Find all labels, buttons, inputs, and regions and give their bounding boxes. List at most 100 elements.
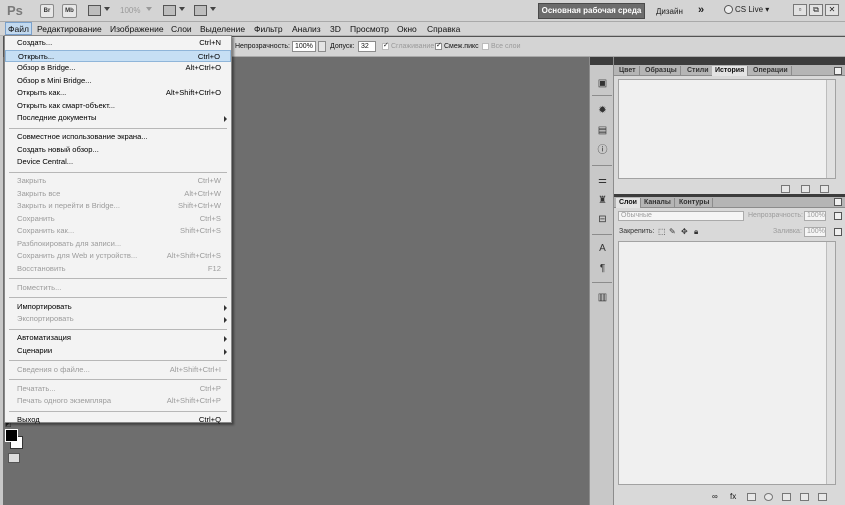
layers-scrollbar[interactable] bbox=[826, 242, 835, 484]
extras-icon[interactable] bbox=[88, 5, 101, 16]
histogram-icon[interactable]: ▤ bbox=[596, 125, 609, 137]
menu-select[interactable]: Выделение bbox=[200, 24, 245, 34]
lock-position-icon[interactable]: ✥ bbox=[681, 227, 688, 236]
new-layer-icon[interactable] bbox=[800, 493, 809, 501]
file-menu-item[interactable]: Совместное использование экрана... bbox=[5, 131, 231, 143]
fill-slider-button[interactable] bbox=[834, 228, 842, 236]
fill-input[interactable]: 100% bbox=[804, 227, 826, 237]
file-menu-item[interactable]: Сценарии bbox=[5, 345, 231, 357]
menu-item-label: Сохранить bbox=[17, 213, 55, 223]
submenu-arrow-icon bbox=[224, 348, 227, 355]
chevron-down-icon[interactable] bbox=[210, 7, 216, 11]
menu-item-label: Сохранить как... bbox=[17, 226, 75, 235]
clone-source-icon[interactable]: ♜ bbox=[596, 195, 609, 207]
mini-bridge-button[interactable]: Mb bbox=[62, 4, 77, 18]
tab-styles[interactable]: Стили bbox=[684, 66, 713, 76]
new-document-from-state-icon[interactable] bbox=[781, 185, 790, 193]
tab-layers[interactable]: Слои bbox=[616, 198, 641, 208]
restore-button[interactable]: ⧉ bbox=[809, 4, 823, 16]
navigator-icon[interactable]: ✹ bbox=[596, 105, 609, 117]
opacity-slider-button[interactable] bbox=[834, 212, 842, 220]
menu-edit[interactable]: Редактирование bbox=[37, 24, 102, 34]
panel-menu-icon[interactable] bbox=[834, 198, 842, 206]
file-menu-item[interactable]: Автоматизация bbox=[5, 332, 231, 344]
tolerance-input[interactable]: 32 bbox=[358, 41, 376, 52]
menu-layers[interactable]: Слои bbox=[171, 24, 192, 34]
adjustment-layer-icon[interactable] bbox=[764, 493, 773, 501]
delete-layer-icon[interactable] bbox=[818, 493, 827, 501]
menu-file[interactable]: Файл bbox=[5, 22, 32, 35]
bridge-button[interactable]: Br bbox=[40, 4, 54, 18]
chevron-down-icon[interactable] bbox=[146, 7, 152, 11]
tab-history[interactable]: История bbox=[712, 66, 749, 76]
file-menu-item[interactable]: Импортировать bbox=[5, 301, 231, 313]
zoom-level[interactable]: 100% bbox=[120, 6, 140, 15]
history-list[interactable] bbox=[618, 79, 836, 179]
opacity-slider-button[interactable] bbox=[318, 41, 326, 52]
lock-transparent-icon[interactable]: ⬚ bbox=[658, 227, 666, 236]
lock-image-icon[interactable]: ✎ bbox=[669, 227, 676, 236]
tab-paths[interactable]: Контуры bbox=[676, 198, 714, 208]
delete-icon[interactable] bbox=[820, 185, 829, 193]
chevron-down-icon[interactable] bbox=[179, 7, 185, 11]
panel-collapse-bar[interactable] bbox=[614, 57, 845, 65]
dock-collapse-bar[interactable] bbox=[590, 57, 614, 65]
file-menu-item[interactable]: Device Central... bbox=[5, 156, 231, 168]
link-layers-icon[interactable]: ∞ bbox=[712, 493, 721, 501]
file-menu-item[interactable]: Создать новый обзор... bbox=[5, 144, 231, 156]
brushes-icon[interactable]: ⚌ bbox=[596, 175, 609, 187]
info-icon[interactable]: ⓘ bbox=[596, 145, 609, 157]
menu-window[interactable]: Окно bbox=[397, 24, 417, 34]
menu-filter[interactable]: Фильтр bbox=[254, 24, 283, 34]
dock-divider bbox=[592, 165, 612, 166]
tab-swatches[interactable]: Образцы bbox=[642, 66, 681, 76]
menu-view[interactable]: Просмотр bbox=[350, 24, 389, 34]
more-workspaces-icon[interactable]: » bbox=[698, 4, 704, 16]
file-menu-item[interactable]: Обзор в Mini Bridge... bbox=[5, 75, 231, 87]
opacity-input[interactable]: 100% bbox=[292, 41, 316, 52]
file-menu-item[interactable]: Создать... Ctrl+N bbox=[5, 37, 231, 49]
workspace-design-button[interactable]: Дизайн bbox=[656, 7, 683, 16]
arrange-documents-icon[interactable] bbox=[163, 5, 176, 16]
mini-bridge-icon[interactable]: ▣ bbox=[596, 78, 609, 90]
character-icon[interactable]: A bbox=[596, 243, 609, 255]
file-menu-item[interactable]: Обзор в Bridge... Alt+Ctrl+O bbox=[5, 62, 231, 74]
layers-list[interactable] bbox=[618, 241, 836, 485]
file-menu-item[interactable]: Открыть... Ctrl+O bbox=[5, 49, 231, 62]
lock-all-icon[interactable]: 🔒︎ bbox=[694, 227, 698, 237]
blend-mode-select[interactable]: Обычные bbox=[618, 211, 744, 221]
paragraph-icon[interactable]: ¶ bbox=[596, 263, 609, 275]
file-menu-item[interactable]: Выход Ctrl+Q bbox=[5, 414, 231, 426]
layer-style-icon[interactable]: fx bbox=[730, 493, 739, 501]
panel-menu-icon[interactable] bbox=[834, 67, 842, 75]
menu-image[interactable]: Изображение bbox=[110, 24, 164, 34]
close-button[interactable]: ✕ bbox=[825, 4, 839, 16]
file-menu-item[interactable]: Открыть как смарт-объект... bbox=[5, 100, 231, 112]
quick-mask-icon[interactable] bbox=[8, 453, 20, 463]
tab-actions[interactable]: Операции bbox=[750, 66, 792, 76]
file-menu-item[interactable]: Открыть как... Alt+Shift+Ctrl+O bbox=[5, 87, 231, 99]
notes-icon[interactable]: ▥ bbox=[596, 292, 609, 304]
menu-help[interactable]: Справка bbox=[427, 24, 460, 34]
contiguous-checkbox[interactable] bbox=[435, 41, 442, 50]
foreground-color-swatch[interactable] bbox=[5, 429, 18, 442]
tab-color[interactable]: Цвет bbox=[616, 66, 640, 76]
cs-live-button[interactable]: CS Live ▾ bbox=[724, 5, 769, 15]
all-layers-checkbox[interactable] bbox=[482, 43, 489, 50]
menu-analysis[interactable]: Анализ bbox=[292, 24, 321, 34]
layer-mask-icon[interactable] bbox=[747, 493, 756, 501]
minimize-button[interactable]: ▫ bbox=[793, 4, 807, 16]
tab-channels[interactable]: Каналы bbox=[641, 198, 675, 208]
new-group-icon[interactable] bbox=[782, 493, 791, 501]
chevron-down-icon[interactable] bbox=[104, 7, 110, 11]
snapshot-icon[interactable] bbox=[801, 185, 810, 193]
menu-item-label: Выход bbox=[17, 415, 40, 424]
antialias-checkbox[interactable] bbox=[382, 41, 389, 50]
screen-mode-icon[interactable] bbox=[194, 5, 207, 16]
file-menu-item[interactable]: Последние документы bbox=[5, 112, 231, 124]
history-scrollbar[interactable] bbox=[826, 80, 835, 178]
tool-presets-icon[interactable]: ⊟ bbox=[596, 214, 609, 226]
menu-3d[interactable]: 3D bbox=[330, 24, 341, 34]
layers-opacity-input[interactable]: 100% bbox=[804, 211, 826, 221]
workspace-essentials-button[interactable]: Основная рабочая среда bbox=[538, 3, 645, 19]
